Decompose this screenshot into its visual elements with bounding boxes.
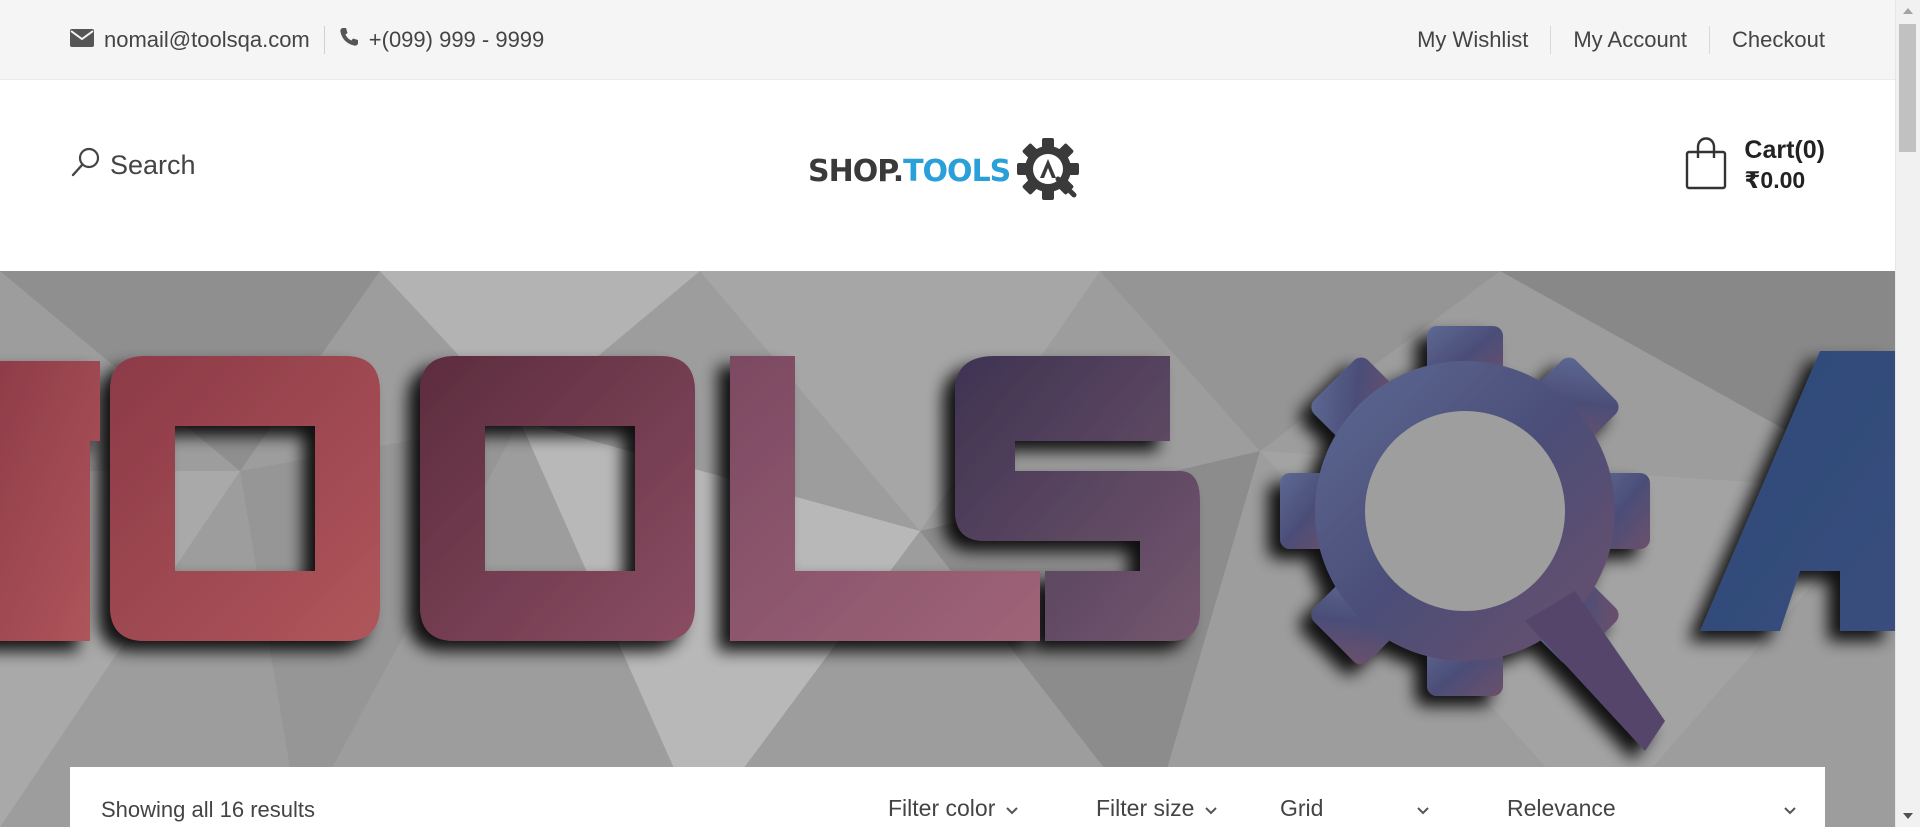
chevron-down-icon: [1783, 795, 1797, 822]
cart-button[interactable]: Cart(0) ₹0.00: [1684, 135, 1825, 195]
divider: [323, 26, 325, 54]
logo-wordmark: SHOP.TOOLS: [808, 154, 1011, 189]
my-account-link[interactable]: My Account: [1550, 26, 1709, 54]
email-contact[interactable]: nomail@toolsqa.com: [70, 27, 310, 53]
contact-info: nomail@toolsqa.com +(099) 999 - 9999: [70, 0, 544, 80]
chevron-down-icon: [1416, 795, 1430, 822]
account-links: My Wishlist My Account Checkout: [1395, 0, 1825, 80]
search-label: Search: [110, 150, 196, 180]
page-scrollbar[interactable]: [1895, 0, 1920, 827]
view-mode-label: Grid: [1280, 795, 1324, 821]
phone-icon: [339, 27, 359, 53]
filter-color-dropdown[interactable]: Filter color: [888, 795, 1019, 822]
site-logo[interactable]: SHOP.TOOLS: [808, 136, 1082, 207]
checkout-link[interactable]: Checkout: [1709, 26, 1825, 54]
filter-size-dropdown[interactable]: Filter size: [1096, 795, 1218, 822]
view-mode-select[interactable]: Grid: [1280, 795, 1430, 822]
site-header: Search SHOP.TOOLS Cart(0) ₹0.00: [0, 80, 1895, 271]
banner-image: [0, 271, 1895, 827]
cart-total: ₹0.00: [1744, 167, 1806, 193]
results-count: Showing all 16 results: [101, 797, 316, 822]
chevron-down-icon: [1005, 795, 1019, 822]
logo-shop-text: SHOP.: [808, 154, 904, 189]
gear-logo-icon: [1016, 136, 1082, 207]
sort-select[interactable]: Relevance: [1507, 795, 1797, 822]
filter-size-label: Filter size: [1096, 795, 1195, 821]
search-button[interactable]: Search: [70, 146, 196, 185]
search-icon: [70, 146, 102, 185]
shop-toolbar: Showing all 16 results Filter color Filt…: [70, 767, 1825, 827]
filter-color-label: Filter color: [888, 795, 996, 821]
phone-text: +(099) 999 - 9999: [368, 27, 545, 52]
email-text: nomail@toolsqa.com: [104, 27, 310, 52]
scrollbar-thumb[interactable]: [1899, 24, 1916, 152]
logo-tools-text: TOOLS: [903, 154, 1011, 189]
cart-count: Cart(0): [1744, 136, 1825, 164]
phone-contact[interactable]: +(099) 999 - 9999: [339, 27, 545, 53]
top-bar: nomail@toolsqa.com +(099) 999 - 9999 My …: [0, 0, 1895, 80]
sort-label: Relevance: [1507, 795, 1616, 821]
scroll-up-arrow-icon[interactable]: [1903, 8, 1913, 14]
shopping-bag-icon: [1684, 136, 1728, 195]
hero-banner: [0, 271, 1895, 827]
chevron-down-icon: [1204, 795, 1218, 822]
wishlist-link[interactable]: My Wishlist: [1395, 26, 1550, 54]
cart-summary: Cart(0) ₹0.00: [1744, 135, 1825, 195]
envelope-icon: [70, 27, 94, 53]
scroll-down-arrow-icon[interactable]: [1903, 813, 1913, 819]
